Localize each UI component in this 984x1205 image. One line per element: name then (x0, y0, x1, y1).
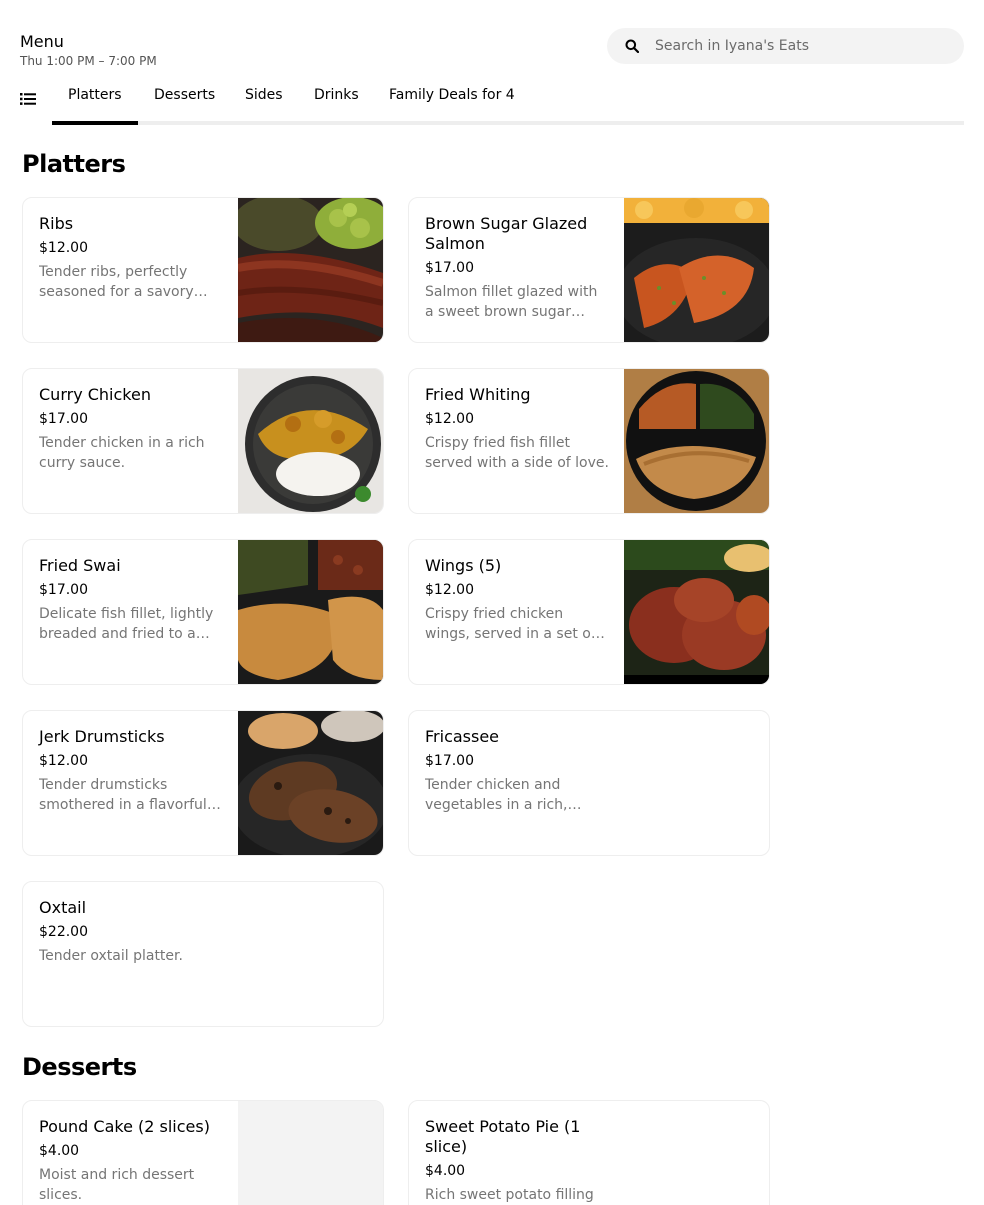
category-list-icon[interactable] (20, 91, 38, 105)
item-name: Pound Cake (2 slices) (39, 1117, 210, 1136)
fried-whiting-photo (624, 369, 769, 513)
item-name: Fried Whiting (425, 385, 531, 404)
menu-item-card[interactable]: Ribs $12.00 Tender ribs, perfectly seaso… (22, 197, 384, 343)
item-name: Fried Swai (39, 556, 121, 575)
item-description: Salmon fillet glazed with a sweet brown … (425, 284, 598, 320)
menu-item-card[interactable]: Fried Swai $17.00 Delicate fish fillet, … (22, 539, 384, 685)
section-title-platters: Platters (22, 150, 126, 178)
store-hours: Thu 1:00 PM – 7:00 PM (20, 54, 157, 68)
category-tabs: Platters Desserts Sides Drinks Family De… (52, 78, 964, 125)
tab-family-deals[interactable]: Family Deals for 4 (389, 87, 515, 103)
menu-item-card[interactable]: Jerk Drumsticks $12.00 Tender drumsticks… (22, 710, 384, 856)
item-description: Tender ribs, perfectly seasoned for a sa… (39, 264, 194, 300)
ribs-photo (238, 198, 383, 342)
item-price: $12.00 (39, 753, 88, 769)
tabs-track (52, 121, 964, 125)
item-description: Tender chicken in a rich curry sauce. (39, 435, 205, 471)
wings-photo (624, 540, 769, 684)
item-description: Rich sweet potato filling in a flaky cru… (425, 1187, 594, 1203)
item-price: $17.00 (425, 753, 474, 769)
item-description: Moist and rich dessert slices. (39, 1167, 195, 1203)
search-icon (625, 39, 639, 53)
item-price: $12.00 (425, 411, 474, 427)
salmon-photo (624, 198, 769, 342)
item-price: $17.00 (425, 260, 474, 276)
item-description: Delicate fish fillet, lightly breaded an… (39, 606, 214, 642)
item-name: Ribs (39, 214, 74, 233)
menu-item-card[interactable]: Sweet Potato Pie (1 slice) $4.00 Rich sw… (408, 1100, 770, 1205)
item-description: Crispy fried chicken wings, served in a … (425, 606, 596, 642)
item-name: Fricassee (425, 727, 500, 746)
curry-chicken-photo (238, 369, 383, 513)
item-price: $12.00 (425, 582, 474, 598)
item-name: Jerk Drumsticks (39, 727, 165, 746)
item-name: Wings (5) (425, 556, 502, 575)
item-price: $17.00 (39, 582, 88, 598)
page-title: Menu (20, 32, 64, 51)
item-price: $4.00 (39, 1143, 80, 1159)
tab-sides[interactable]: Sides (245, 87, 283, 103)
search-input[interactable] (655, 38, 935, 54)
item-description: Crispy fried fish fillet served with a s… (425, 435, 609, 471)
pound-cake-photo (238, 1101, 383, 1205)
menu-item-card[interactable]: Curry Chicken $17.00 Tender chicken in a… (22, 368, 384, 514)
menu-item-card[interactable]: Fried Whiting $12.00 Crispy fried fish f… (408, 368, 770, 514)
item-description: Tender chicken and vegetables in a rich,… (425, 777, 568, 813)
item-description: Tender oxtail platter. (39, 948, 183, 964)
tab-platters[interactable]: Platters (68, 87, 122, 103)
section-title-desserts: Desserts (22, 1053, 137, 1081)
active-tab-indicator (52, 121, 138, 125)
menu-item-card[interactable]: Brown Sugar Glazed Salmon $17.00 Salmon … (408, 197, 770, 343)
item-price: $4.00 (425, 1163, 466, 1179)
item-name: Oxtail (39, 898, 87, 917)
item-name: Sweet Potato Pie (1 slice) (425, 1117, 581, 1156)
menu-item-card[interactable]: Pound Cake (2 slices) $4.00 Moist and ri… (22, 1100, 384, 1205)
tab-drinks[interactable]: Drinks (314, 87, 359, 103)
item-name: Curry Chicken (39, 385, 151, 404)
fried-swai-photo (238, 540, 383, 684)
menu-item-card[interactable]: Oxtail $22.00 Tender oxtail platter. (22, 881, 384, 1027)
item-price: $12.00 (39, 240, 88, 256)
item-description: Tender drumsticks smothered in a flavorf… (39, 777, 207, 813)
item-name: Brown Sugar Glazed Salmon (425, 214, 588, 253)
item-price: $17.00 (39, 411, 88, 427)
item-price: $22.00 (39, 924, 88, 940)
menu-item-card[interactable]: Fricassee $17.00 Tender chicken and vege… (408, 710, 770, 856)
search-bar[interactable] (607, 28, 964, 64)
jerk-drumsticks-photo (238, 711, 383, 855)
menu-item-card[interactable]: Wings (5) $12.00 Crispy fried chicken wi… (408, 539, 770, 685)
tab-desserts[interactable]: Desserts (154, 87, 215, 103)
